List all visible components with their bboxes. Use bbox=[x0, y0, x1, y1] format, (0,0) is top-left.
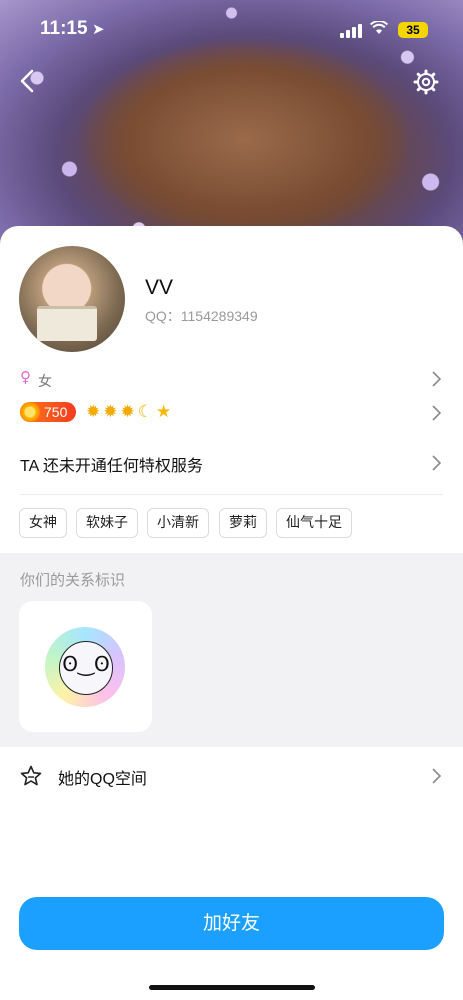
cellular-signal-icon bbox=[340, 24, 362, 38]
relationship-section: 你们的关系标识 ʘ‿ʘ bbox=[0, 553, 463, 747]
tag[interactable]: 仙气十足 bbox=[276, 508, 352, 538]
sun-icon: ✹ bbox=[86, 402, 104, 422]
relationship-card[interactable]: ʘ‿ʘ bbox=[19, 601, 152, 732]
qzone-row[interactable]: 她的QQ空间 bbox=[0, 759, 463, 793]
wifi-icon bbox=[370, 19, 388, 39]
privilege-row[interactable]: TA 还未开通任何特权服务 bbox=[0, 448, 463, 478]
gear-icon[interactable] bbox=[412, 68, 440, 96]
level-row[interactable]: 750 ✹✹✹☾★ bbox=[0, 398, 463, 428]
tag[interactable]: 软妹子 bbox=[76, 508, 138, 538]
chevron-right-icon bbox=[432, 455, 441, 471]
level-icons: ✹✹✹☾★ bbox=[86, 402, 174, 424]
privilege-text: TA 还未开通任何特权服务 bbox=[20, 458, 203, 475]
level-badge: 750 bbox=[20, 402, 76, 422]
relationship-badge-icon: ʘ‿ʘ bbox=[45, 627, 125, 707]
status-bar: 11:15 ➤ 35 bbox=[0, 18, 463, 46]
sun-icon: ✹ bbox=[120, 402, 138, 422]
tag[interactable]: 萝莉 bbox=[219, 508, 267, 538]
battery-indicator: 35 bbox=[398, 22, 428, 38]
tag[interactable]: 小清新 bbox=[147, 508, 209, 538]
qzone-label: 她的QQ空间 bbox=[58, 771, 147, 788]
profile-sheet: VV QQ：1154289349 ♀ 女 750 ✹✹✹☾★ TA 还未开通任何… bbox=[0, 226, 463, 1000]
chevron-right-icon bbox=[432, 371, 441, 387]
add-friend-button[interactable]: 加好友 bbox=[19, 897, 444, 950]
qzone-star-icon bbox=[20, 765, 42, 786]
smiley-face-icon: ʘ‿ʘ bbox=[62, 652, 110, 676]
star-icon: ★ bbox=[156, 402, 175, 422]
chevron-right-icon bbox=[432, 405, 441, 421]
avatar-book bbox=[37, 306, 97, 341]
sun-icon: ✹ bbox=[103, 402, 121, 422]
chevron-right-icon bbox=[432, 768, 441, 784]
location-arrow-icon: ➤ bbox=[92, 20, 105, 38]
gender-row[interactable]: ♀ 女 bbox=[0, 366, 463, 392]
relationship-badge-face: ʘ‿ʘ bbox=[59, 641, 113, 695]
qq-number: QQ：1154289349 bbox=[145, 308, 258, 324]
female-icon: ♀ bbox=[20, 368, 31, 386]
relationship-title: 你们的关系标识 bbox=[20, 571, 126, 589]
chevron-left-icon[interactable] bbox=[16, 66, 40, 96]
tag[interactable]: 女神 bbox=[19, 508, 67, 538]
level-value: 750 bbox=[44, 404, 68, 420]
level-coin-icon bbox=[20, 402, 40, 422]
divider bbox=[20, 494, 443, 495]
status-time: 11:15 bbox=[40, 18, 88, 39]
nickname: VV bbox=[145, 276, 174, 299]
avatar[interactable] bbox=[19, 246, 125, 352]
home-indicator[interactable] bbox=[149, 985, 315, 990]
gender-label: 女 bbox=[38, 374, 52, 390]
moon-icon: ☾ bbox=[137, 402, 156, 422]
